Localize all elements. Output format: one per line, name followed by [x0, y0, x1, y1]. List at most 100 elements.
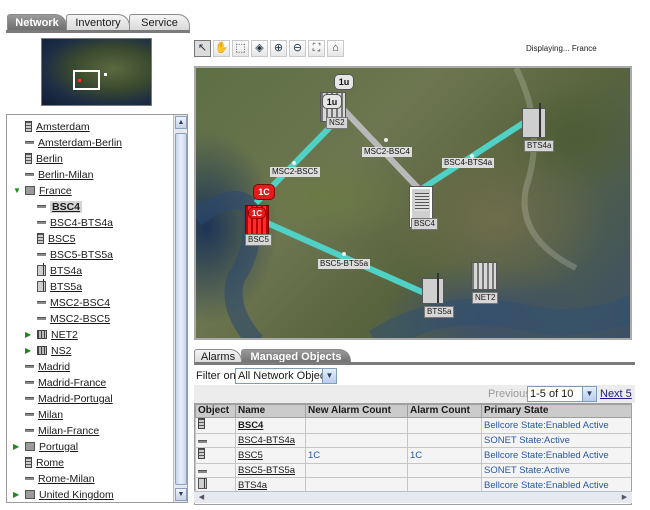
tree-item[interactable]: Rome-Milan — [25, 471, 95, 486]
tree-item[interactable]: Berlin-Milan — [25, 167, 93, 182]
folder-icon — [25, 186, 35, 195]
table-row[interactable]: BSC5 1C 1C Bellcore State:Enabled Active — [195, 447, 631, 464]
alarm-badge-bsc5[interactable]: 1C — [253, 184, 275, 200]
tab-inventory[interactable]: Inventory — [66, 14, 130, 31]
primary-state-cell: SONET State:Active — [481, 463, 631, 478]
zoom-out-icon[interactable]: ⊖ — [289, 40, 306, 57]
column-header-alarm-count[interactable]: Alarm Count — [407, 404, 482, 418]
tree-item[interactable]: ▶ NS2 — [25, 343, 71, 358]
tree-item[interactable]: Rome — [25, 455, 64, 470]
tree-item[interactable]: ▼ France — [13, 183, 72, 198]
tab-service[interactable]: Service — [129, 14, 190, 31]
scroll-up-button[interactable]: ▲ — [175, 116, 187, 129]
link-icon — [25, 381, 34, 384]
tree-item-label: Rome-Milan — [38, 472, 95, 485]
expand-arrow-icon[interactable]: ▶ — [25, 330, 33, 339]
alarm-badge-bsc5-secondary[interactable]: 1C — [248, 207, 266, 219]
tree-item[interactable]: Berlin — [25, 151, 63, 166]
link-icon — [25, 477, 34, 480]
new-alarm-count-cell: 1C — [305, 447, 408, 464]
tree-item-label: MSC2-BSC4 — [50, 296, 111, 309]
tree-item[interactable]: BSC5-BTS5a — [37, 247, 113, 262]
column-header-primary-state[interactable]: Primary State — [481, 404, 631, 418]
expand-arrow-icon[interactable]: ▶ — [25, 346, 33, 355]
tree-item[interactable]: BSC5 — [37, 231, 75, 246]
link-bsc4-bts4a[interactable] — [418, 117, 530, 193]
tree-item[interactable]: Milan — [25, 407, 63, 422]
alarm-badge-ns2-secondary[interactable]: 1u — [322, 94, 342, 109]
link-icon — [198, 439, 207, 443]
alarm-count-cell — [407, 433, 482, 448]
tree-item[interactable]: MSC2-BSC5 — [37, 311, 110, 326]
node-bts5a[interactable] — [422, 273, 444, 304]
tree-item[interactable]: BSC4-BTS4a — [37, 215, 113, 230]
rack-icon — [37, 346, 47, 355]
fit-icon[interactable]: ⛶ — [308, 40, 325, 57]
hand-pan-icon[interactable]: ✋ — [213, 40, 230, 57]
tree-scrollbar[interactable]: ▲ ▼ — [173, 115, 187, 502]
next-link[interactable]: Next 5 — [600, 388, 632, 400]
table-hscrollbar[interactable]: ◀ ▶ — [194, 491, 632, 503]
scroll-left-button[interactable]: ◀ — [196, 492, 207, 503]
pointer-icon[interactable]: ↖ — [194, 40, 211, 57]
scroll-right-button[interactable]: ▶ — [619, 492, 630, 503]
displaying-label: Displaying... — [526, 44, 570, 53]
filter-select-value: All Network Objects — [238, 370, 334, 382]
tree-item-label: Rome — [36, 456, 65, 469]
node-bts4a[interactable] — [522, 103, 546, 138]
home-icon[interactable]: ⌂ — [327, 40, 344, 57]
scroll-down-button[interactable]: ▼ — [175, 488, 187, 501]
expand-arrow-icon[interactable]: ▶ — [13, 490, 21, 499]
bottom-tab-underline — [194, 362, 635, 365]
link-midpoint-marker — [292, 161, 296, 165]
tree-item[interactable]: MSC2-BSC4 — [37, 295, 110, 310]
alarm-count-cell — [407, 463, 482, 478]
chevron-down-icon[interactable]: ▼ — [582, 387, 596, 401]
tab-network[interactable]: Network — [7, 14, 67, 31]
network-map[interactable]: NS2 1u 1u BSC4 BSC5 1C 1C BTS4a BTS5a NE… — [194, 66, 632, 340]
alarm-badge-ns2[interactable]: 1u — [334, 74, 354, 90]
name-cell[interactable]: BSC4 — [235, 417, 306, 434]
tree-item[interactable]: Amsterdam-Berlin — [25, 135, 122, 150]
link-icon — [25, 365, 34, 368]
node-net2[interactable] — [471, 262, 497, 290]
tree-item[interactable]: Madrid-Portugal — [25, 391, 113, 406]
tree-item[interactable]: ▶ Portugal — [13, 439, 78, 454]
zoom-in-icon[interactable]: ⊕ — [270, 40, 287, 57]
tree-item[interactable]: Milan-France — [25, 423, 99, 438]
scroll-thumb[interactable] — [175, 133, 187, 485]
tree-item-label: Madrid-Portugal — [38, 392, 113, 405]
object-cell — [195, 417, 236, 434]
tree-item[interactable]: Madrid — [25, 359, 70, 374]
tree-item[interactable]: BSC4 — [37, 199, 83, 214]
name-cell[interactable]: BSC4-BTS4a — [235, 433, 306, 448]
chevron-down-icon[interactable]: ▼ — [322, 369, 336, 383]
tree-item-label: Amsterdam — [36, 120, 90, 133]
column-header-name[interactable]: Name — [235, 404, 306, 418]
table-row[interactable]: BSC4 Bellcore State:Enabled Active — [195, 417, 631, 434]
object-cell — [195, 447, 236, 464]
link-icon — [37, 317, 46, 320]
layers-icon[interactable]: ◈ — [251, 40, 268, 57]
column-header-new-alarm-count[interactable]: New Alarm Count — [305, 404, 408, 418]
select-zoom-icon[interactable]: ⬚ — [232, 40, 249, 57]
tree-item-label: Amsterdam-Berlin — [38, 136, 123, 149]
filter-select[interactable]: All Network Objects ▼ — [235, 368, 337, 384]
name-cell[interactable]: BSC5-BTS5a — [235, 463, 306, 478]
tree-item[interactable]: ▶ United Kingdom — [13, 487, 114, 502]
overview-map[interactable] — [41, 38, 152, 106]
collapse-arrow-icon[interactable]: ▼ — [13, 186, 21, 195]
tree-item[interactable]: Amsterdam — [25, 119, 90, 134]
tree-item[interactable]: Madrid-France — [25, 375, 106, 390]
tree-item[interactable]: BTS4a — [37, 263, 82, 278]
table-row[interactable]: BSC5-BTS5a SONET State:Active — [195, 463, 631, 478]
table-row[interactable]: BSC4-BTS4a SONET State:Active — [195, 433, 631, 448]
name-cell[interactable]: BSC5 — [235, 447, 306, 464]
column-header-object[interactable]: Object — [195, 404, 236, 418]
tree-item[interactable]: BTS5a — [37, 279, 82, 294]
tree-item[interactable]: ▶ NET2 — [25, 327, 78, 342]
link-bsc5-bts5a[interactable] — [254, 215, 433, 299]
expand-arrow-icon[interactable]: ▶ — [13, 442, 21, 451]
page-range-select[interactable]: 1-5 of 10 ▼ — [527, 386, 597, 402]
tree-item-label: Madrid — [38, 360, 71, 373]
